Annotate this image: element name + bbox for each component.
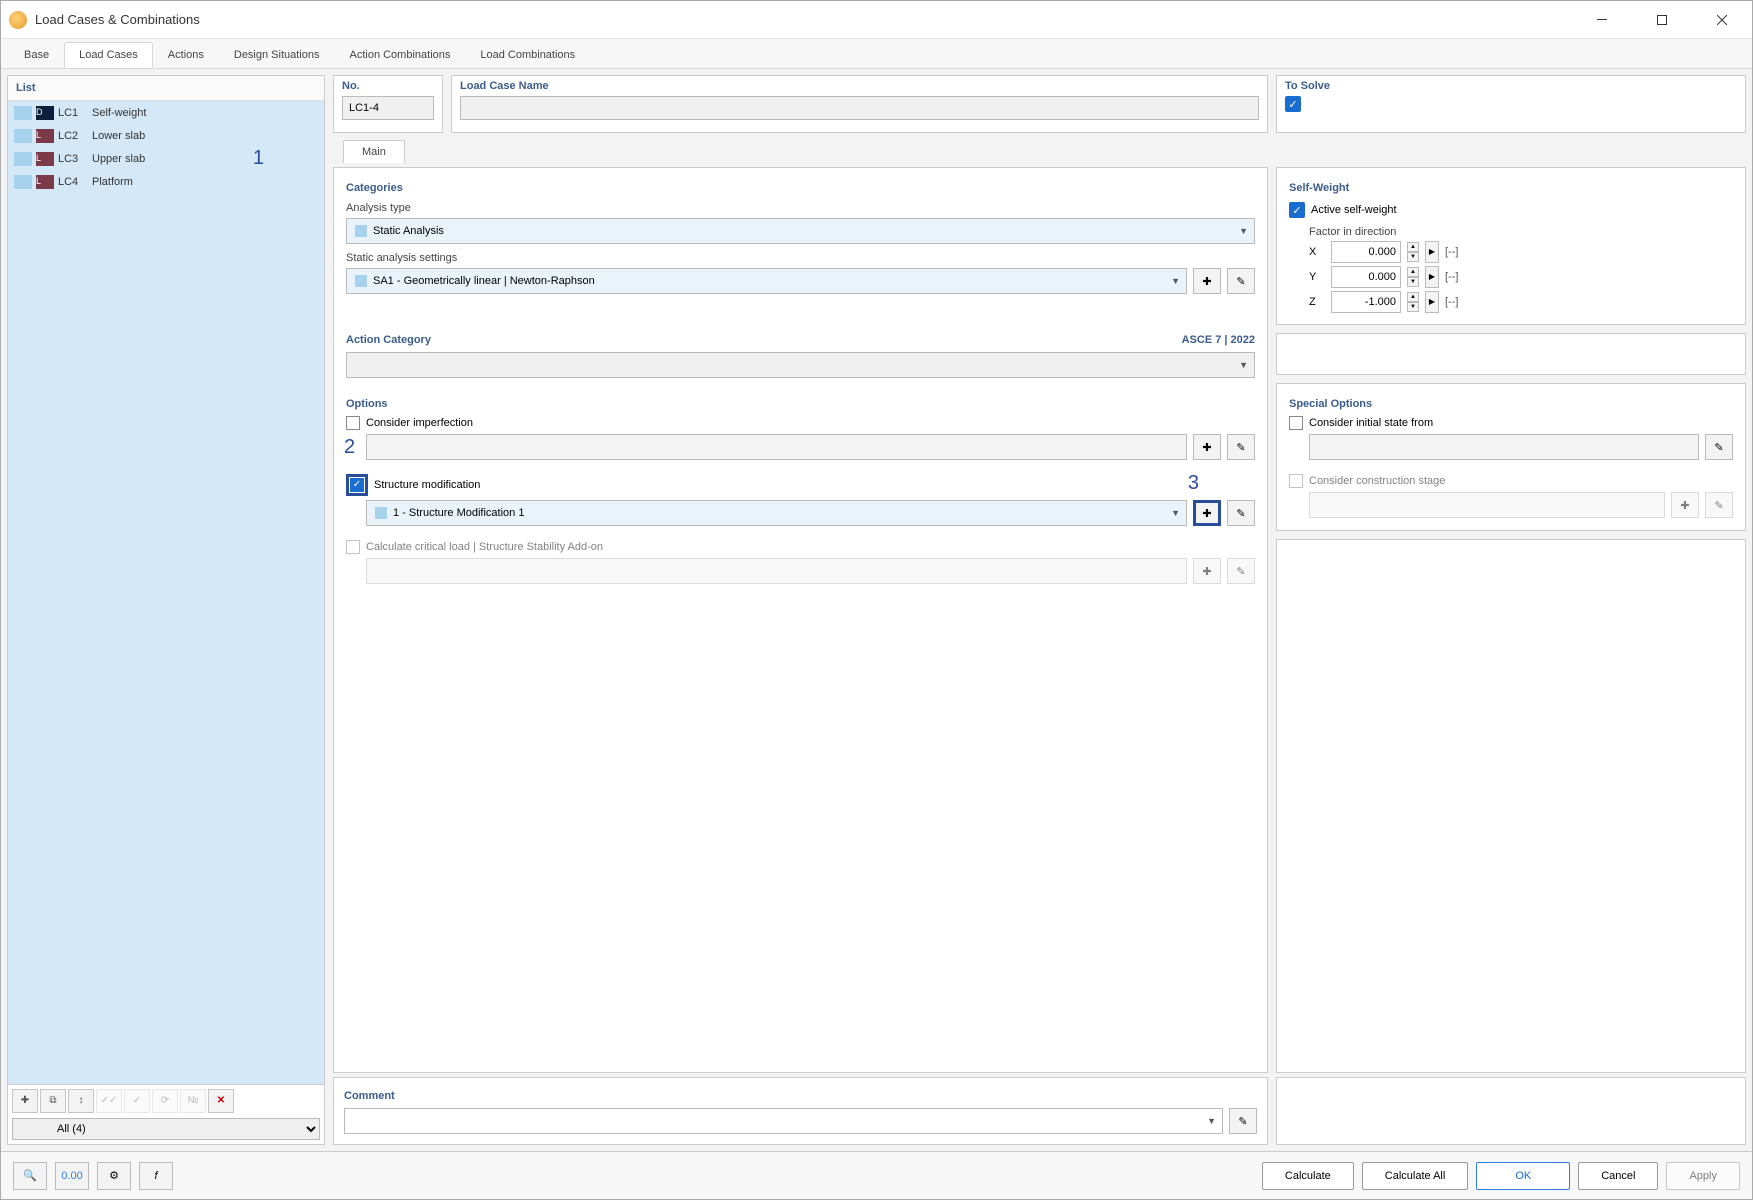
chevron-down-icon: ▼: [1239, 360, 1248, 370]
edit-imperfection-button[interactable]: ✎: [1227, 434, 1255, 460]
initial-state-checkbox[interactable]: [1289, 416, 1303, 430]
initial-state-select[interactable]: [1309, 434, 1699, 460]
chevron-down-icon: ▼: [1171, 276, 1180, 286]
arrow-button[interactable]: ▶: [1425, 291, 1439, 313]
construction-stage-checkbox: [1289, 474, 1303, 488]
active-self-weight-checkbox[interactable]: [1289, 202, 1305, 218]
annotation-2: 2: [344, 436, 355, 459]
new-struct-mod-button[interactable]: ✚: [1193, 500, 1221, 526]
main-tabstrip: Base Load Cases Actions Design Situation…: [1, 39, 1752, 69]
help-button[interactable]: 🔍: [13, 1162, 47, 1190]
edit-stage-button: ✎: [1705, 492, 1733, 518]
units-button[interactable]: 0.00: [55, 1162, 89, 1190]
new-stage-button: ✚: [1671, 492, 1699, 518]
construction-stage-select: [1309, 492, 1665, 518]
imperfection-select[interactable]: [366, 434, 1187, 460]
new-critical-button: ✚: [1193, 558, 1221, 584]
apply-button[interactable]: Apply: [1666, 1162, 1740, 1190]
subtab-main[interactable]: Main: [343, 140, 405, 163]
to-solve-checkbox[interactable]: [1285, 96, 1301, 112]
settings-button[interactable]: ⚙: [97, 1162, 131, 1190]
action-category-select[interactable]: ▼: [346, 352, 1255, 378]
no-field-box: No.: [333, 75, 443, 133]
uncheck-button[interactable]: ✓: [124, 1089, 150, 1113]
standard-label: ASCE 7 | 2022: [1182, 334, 1255, 346]
calculate-all-button[interactable]: Calculate All: [1362, 1162, 1469, 1190]
struct-mod-checkbox[interactable]: [350, 478, 364, 492]
comment-input[interactable]: ▼: [344, 1108, 1223, 1134]
edit-struct-mod-button[interactable]: ✎: [1227, 500, 1255, 526]
struct-mod-highlight: [346, 474, 368, 496]
list-toolbar: ✚ ⧉ ↕ ✓✓ ✓ ⟳ № ✕: [8, 1084, 324, 1116]
annotation-1: 1: [253, 147, 264, 170]
factor-x-input[interactable]: [1331, 241, 1401, 263]
options-title: Options: [346, 398, 1255, 410]
sort-button[interactable]: ↕: [68, 1089, 94, 1113]
titlebar: Load Cases & Combinations: [1, 1, 1752, 39]
dialog-footer: 🔍 0.00 ⚙ f Calculate Calculate All OK Ca…: [1, 1151, 1752, 1199]
new-button[interactable]: ✚: [12, 1089, 38, 1113]
list-item[interactable]: L LC2 Lower slab: [8, 124, 324, 147]
solve-field-box: To Solve: [1276, 75, 1746, 133]
action-category-title: Action Category: [346, 334, 431, 346]
spinner[interactable]: ▲▼: [1407, 292, 1419, 312]
check-all-button[interactable]: ✓✓: [96, 1089, 122, 1113]
edit-initial-state-button[interactable]: ✎: [1705, 434, 1733, 460]
app-icon: [9, 11, 27, 29]
spinner[interactable]: ▲▼: [1407, 267, 1419, 287]
arrow-button[interactable]: ▶: [1425, 266, 1439, 288]
list-filter-select[interactable]: All (4): [12, 1118, 320, 1140]
ok-button[interactable]: OK: [1476, 1162, 1570, 1190]
delete-button[interactable]: ✕: [208, 1089, 234, 1113]
name-input[interactable]: [460, 96, 1259, 120]
imperfection-checkbox[interactable]: [346, 416, 360, 430]
analysis-type-select[interactable]: Static Analysis▼: [346, 218, 1255, 244]
list-item[interactable]: L LC3 Upper slab: [8, 147, 324, 170]
edit-critical-button: ✎: [1227, 558, 1255, 584]
function-button[interactable]: f: [139, 1162, 173, 1190]
tab-load-cases[interactable]: Load Cases: [64, 42, 153, 68]
list-item[interactable]: D LC1 Self-weight: [8, 101, 324, 124]
tab-actions[interactable]: Actions: [153, 42, 219, 68]
tab-design-situations[interactable]: Design Situations: [219, 42, 335, 68]
comment-edit-button[interactable]: ✎: [1229, 1108, 1257, 1134]
arrow-button[interactable]: ▶: [1425, 241, 1439, 263]
new-settings-button[interactable]: ✚: [1193, 268, 1221, 294]
special-options-title: Special Options: [1289, 398, 1733, 410]
tab-action-combinations[interactable]: Action Combinations: [334, 42, 465, 68]
refresh-button[interactable]: ⟳: [152, 1089, 178, 1113]
chevron-down-icon: ▼: [1239, 226, 1248, 236]
window-title: Load Cases & Combinations: [35, 12, 1572, 27]
struct-mod-select[interactable]: 1 - Structure Modification 1▼: [366, 500, 1187, 526]
list-header: List: [8, 76, 324, 101]
no-input[interactable]: [342, 96, 434, 120]
tab-load-combinations[interactable]: Load Combinations: [465, 42, 590, 68]
name-field-box: Load Case Name: [451, 75, 1268, 133]
load-case-list[interactable]: D LC1 Self-weight L LC2 Lower slab L LC3…: [8, 101, 324, 1084]
critical-load-checkbox: [346, 540, 360, 554]
calculate-button[interactable]: Calculate: [1262, 1162, 1354, 1190]
factor-z-input[interactable]: [1331, 291, 1401, 313]
chevron-down-icon: ▼: [1207, 1116, 1216, 1126]
close-button[interactable]: [1692, 1, 1752, 39]
copy-button[interactable]: ⧉: [40, 1089, 66, 1113]
chevron-down-icon: ▼: [1171, 508, 1180, 518]
self-weight-title: Self-Weight: [1289, 182, 1733, 194]
minimize-button[interactable]: [1572, 1, 1632, 39]
list-item[interactable]: L LC4 Platform: [8, 170, 324, 193]
cancel-button[interactable]: Cancel: [1578, 1162, 1658, 1190]
edit-settings-button[interactable]: ✎: [1227, 268, 1255, 294]
new-imperfection-button[interactable]: ✚: [1193, 434, 1221, 460]
spinner[interactable]: ▲▼: [1407, 242, 1419, 262]
renumber-button[interactable]: №: [180, 1089, 206, 1113]
critical-load-select: [366, 558, 1187, 584]
categories-title: Categories: [346, 182, 1255, 194]
analysis-settings-select[interactable]: SA1 - Geometrically linear | Newton-Raph…: [346, 268, 1187, 294]
annotation-3: 3: [1188, 472, 1199, 495]
factor-y-input[interactable]: [1331, 266, 1401, 288]
comment-title: Comment: [344, 1090, 1257, 1102]
maximize-button[interactable]: [1632, 1, 1692, 39]
tab-base[interactable]: Base: [9, 42, 64, 68]
list-panel: List D LC1 Self-weight L LC2 Lower slab …: [7, 75, 325, 1145]
